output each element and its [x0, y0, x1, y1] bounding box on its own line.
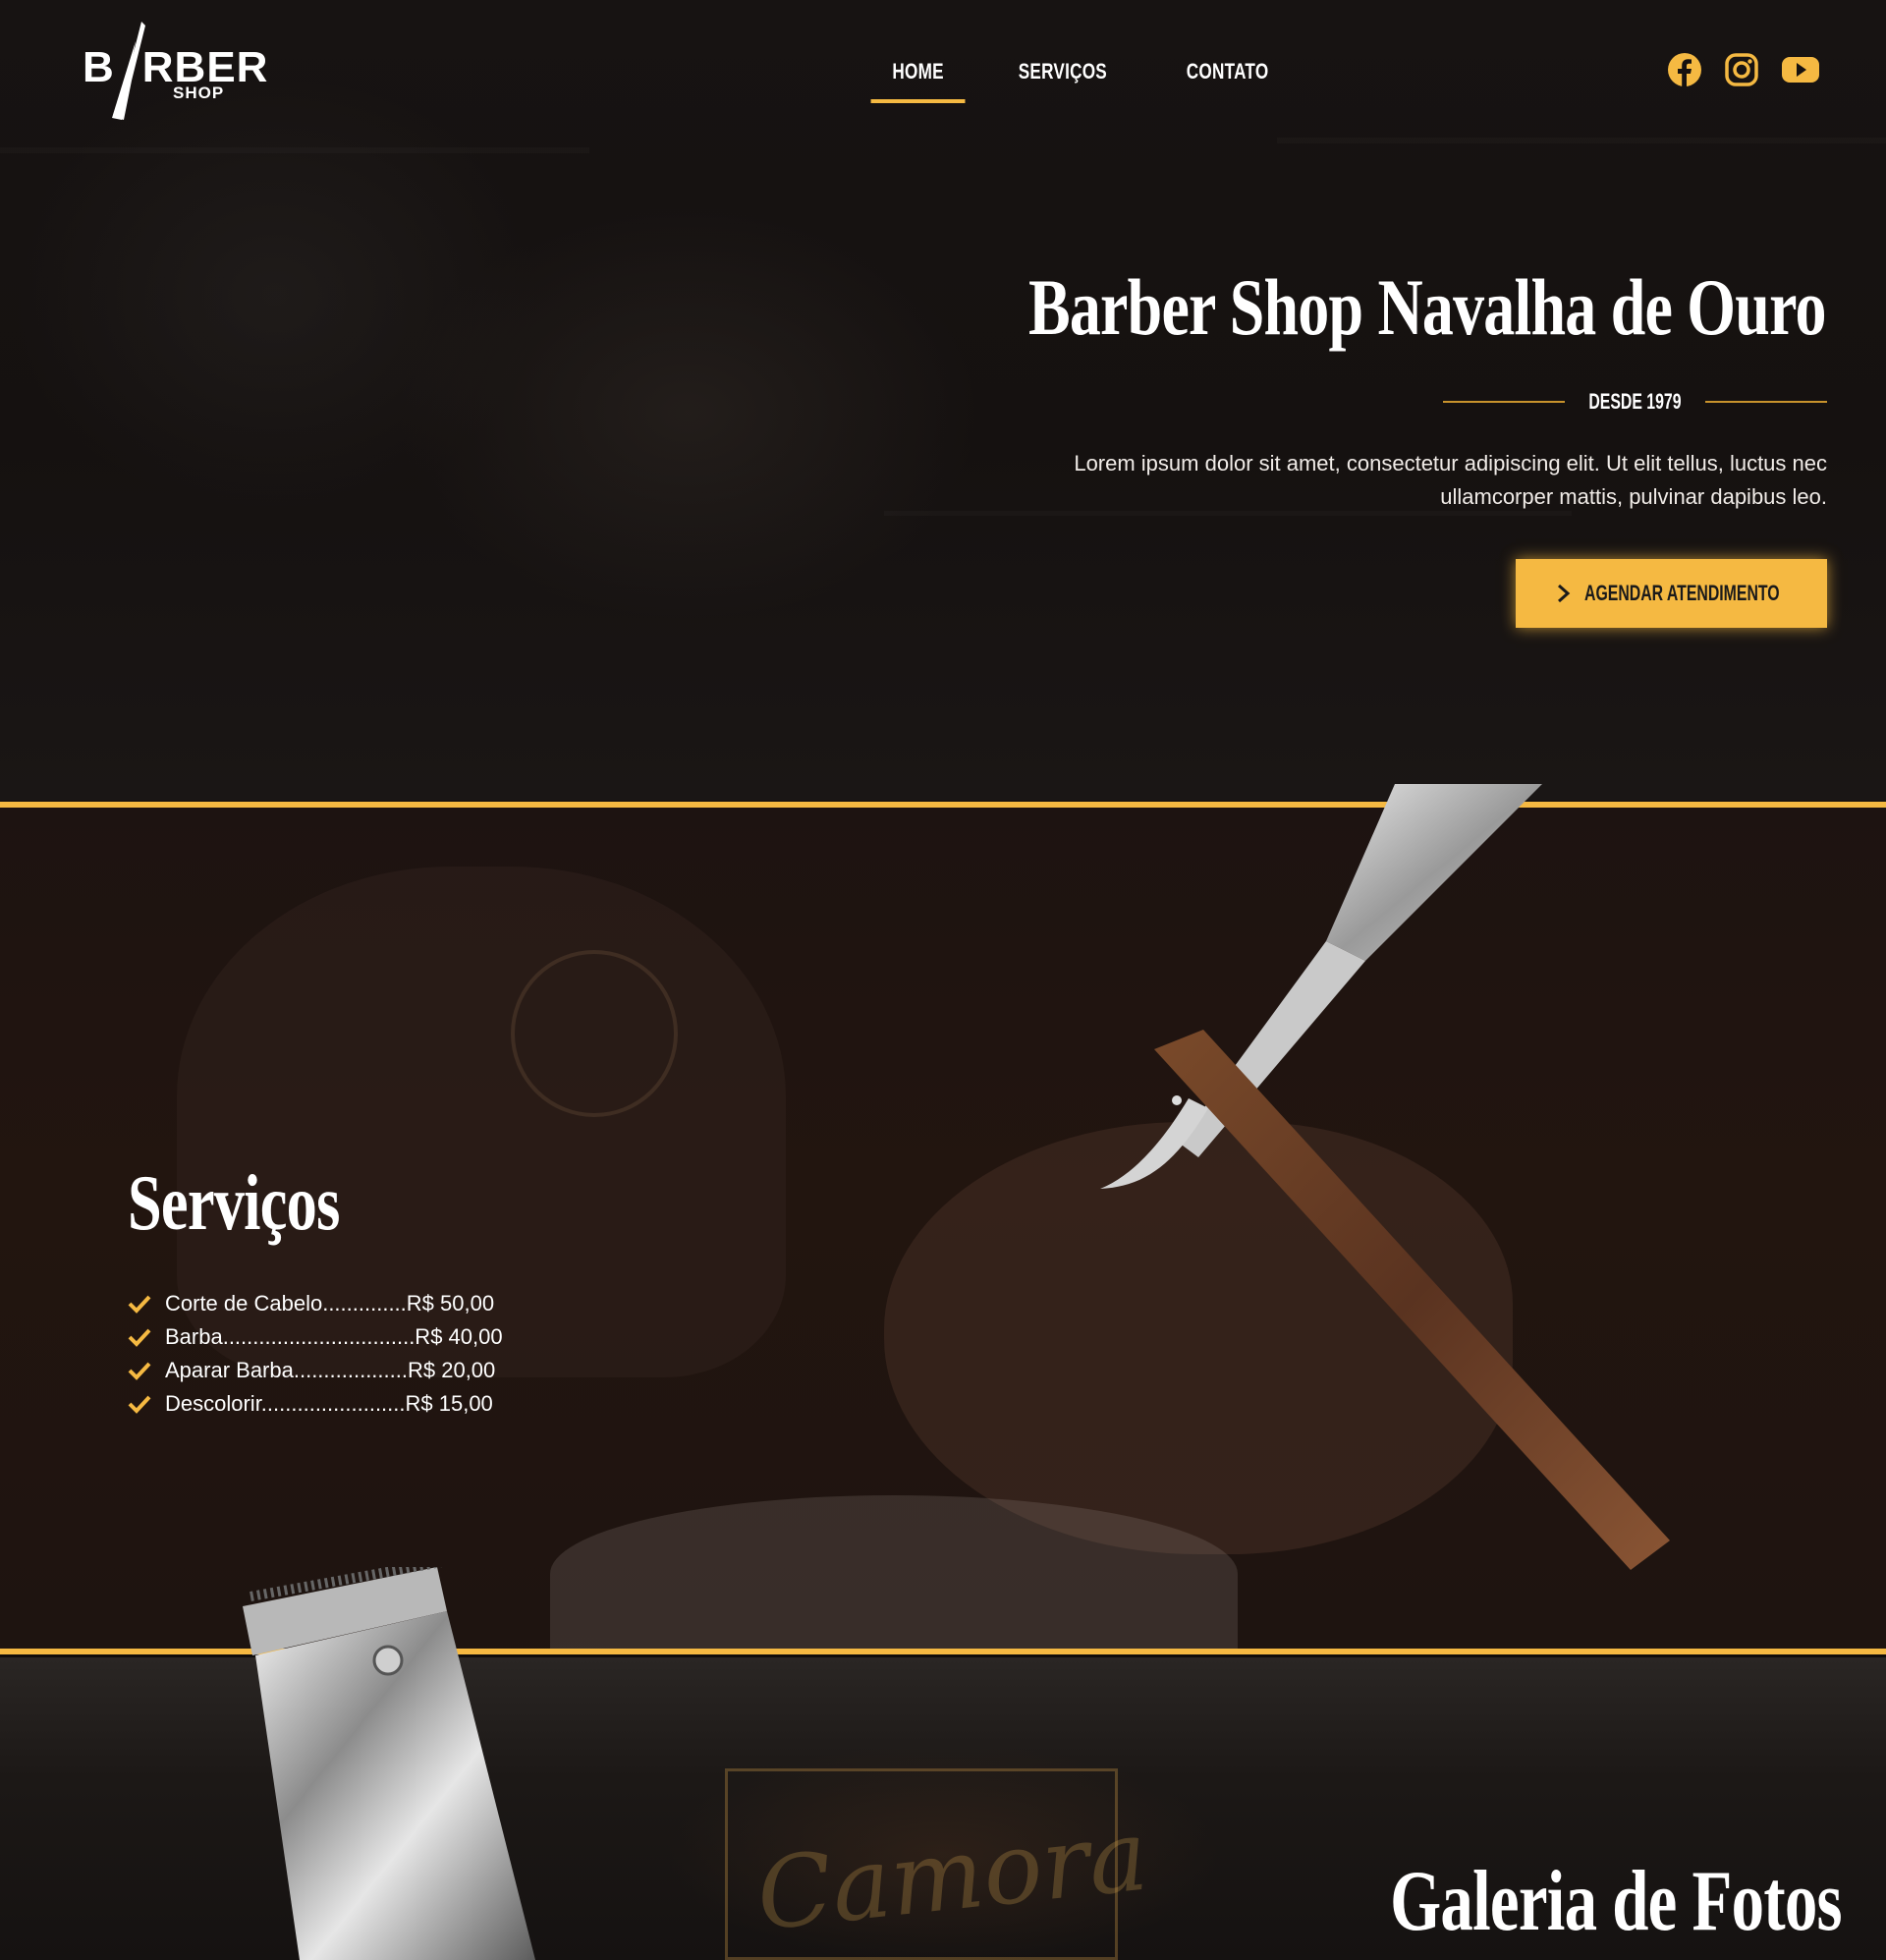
service-item: Descolorir........................R$ 15,…	[128, 1387, 503, 1421]
hair-clipper-image	[243, 1567, 535, 1960]
service-item: Barba................................R$ …	[128, 1320, 503, 1354]
straight-razor-image	[1100, 784, 1670, 1570]
service-list: Corte de Cabelo..............R$ 50,00 Ba…	[128, 1287, 503, 1421]
check-icon	[128, 1328, 151, 1347]
since-label: DESDE 1979	[1588, 389, 1682, 414]
check-icon	[128, 1395, 151, 1414]
nav-home[interactable]: HOME	[870, 51, 966, 103]
since-row: DESDE 1979	[1443, 389, 1827, 415]
service-item-text: Descolorir........................R$ 15,…	[165, 1391, 493, 1416]
facebook-icon[interactable]	[1667, 52, 1702, 87]
chevron-right-icon	[1557, 584, 1570, 603]
schedule-button[interactable]: AGENDAR ATENDIMENTO	[1516, 559, 1827, 628]
nav-contato[interactable]: CONTATO	[1165, 51, 1290, 100]
check-icon	[128, 1295, 151, 1314]
background-shelf	[0, 147, 589, 153]
schedule-button-label: AGENDAR ATENDIMENTO	[1583, 581, 1780, 605]
service-item-text: Barba................................R$ …	[165, 1324, 503, 1349]
divider-line	[1443, 401, 1566, 403]
service-item: Corte de Cabelo..............R$ 50,00	[128, 1287, 503, 1320]
service-item: Aparar Barba...................R$ 20,00	[128, 1354, 503, 1387]
hero-description: Lorem ipsum dolor sit amet, consectetur …	[1074, 451, 1827, 509]
youtube-icon[interactable]	[1781, 52, 1820, 87]
instagram-icon[interactable]	[1724, 52, 1759, 87]
social-links	[1667, 52, 1820, 87]
nav-servicos[interactable]: SERVIÇOS	[997, 51, 1129, 100]
shirt-emblem	[511, 950, 678, 1117]
logo[interactable]: B RBER SHOP	[83, 22, 279, 125]
gallery-title: Galeria de Fotos	[1390, 1854, 1842, 1949]
hero-title: Barber Shop Navalha de Ouro	[1028, 262, 1827, 352]
services-title: Serviços	[128, 1160, 340, 1247]
logo-subtitle: SHOP	[173, 84, 225, 102]
divider-line	[1705, 401, 1827, 403]
service-item-text: Corte de Cabelo..............R$ 50,00	[165, 1291, 495, 1316]
background-shelf	[1277, 138, 1886, 143]
check-icon	[128, 1362, 151, 1380]
service-item-text: Aparar Barba...................R$ 20,00	[165, 1358, 496, 1382]
main-nav: HOME SERVIÇOS CONTATO	[858, 51, 1307, 103]
